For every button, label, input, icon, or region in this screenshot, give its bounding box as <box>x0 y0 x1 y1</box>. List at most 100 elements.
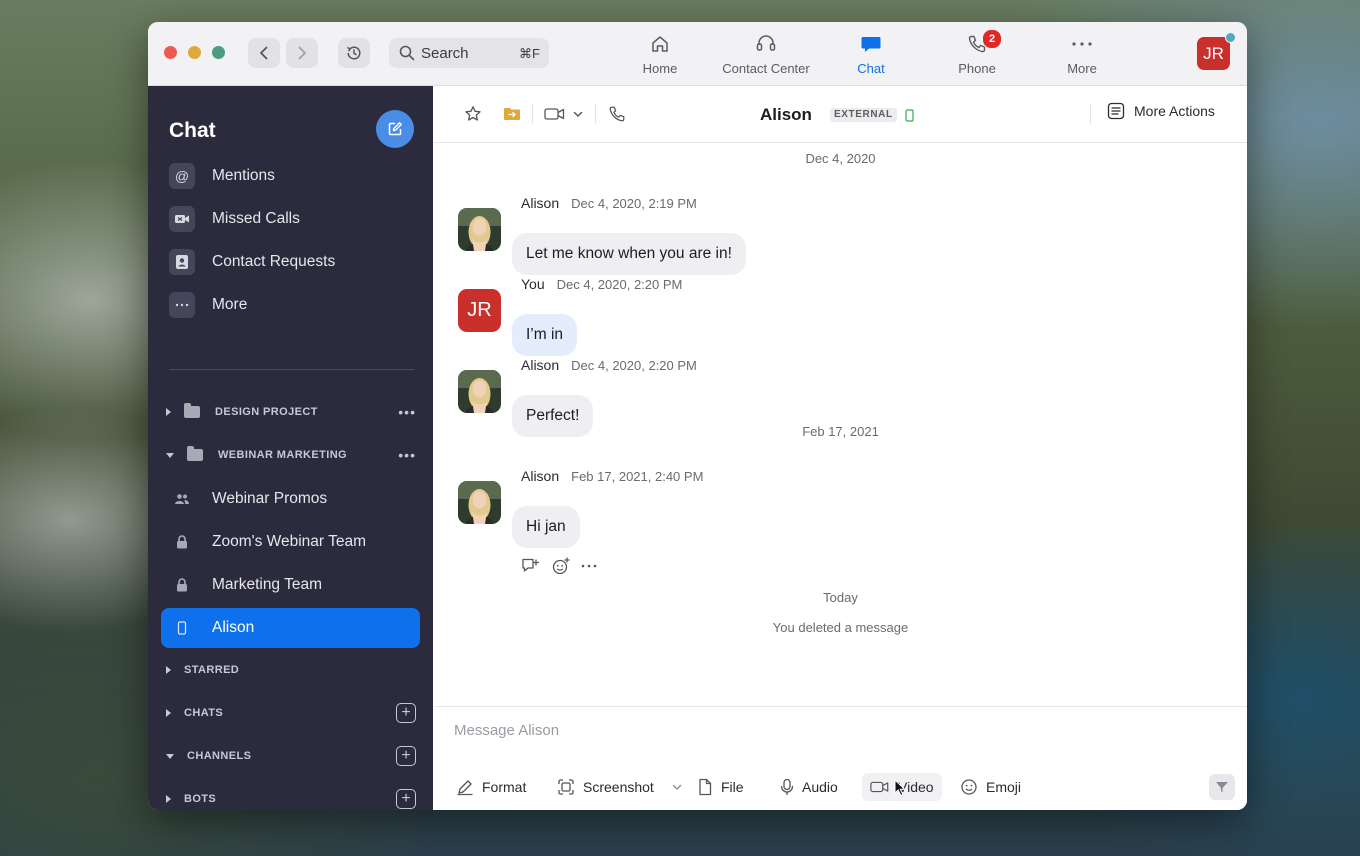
section-chats[interactable]: CHATS + <box>166 701 416 725</box>
phone-call-button[interactable] <box>608 102 626 126</box>
sidebar-item-zooms-webinar-team[interactable]: Zoom's Webinar Team <box>161 522 420 562</box>
compose-icon <box>388 122 402 136</box>
add-channel-button[interactable]: + <box>396 746 416 766</box>
tab-home[interactable]: Home <box>605 32 715 80</box>
section-channels[interactable]: CHANNELS + <box>166 744 416 768</box>
avatar[interactable] <box>458 481 501 524</box>
sidebar-item-contact-requests[interactable]: Contact Requests <box>161 242 420 282</box>
file-button[interactable]: File <box>689 773 752 801</box>
sidebar-item-marketing-team[interactable]: Marketing Team <box>161 565 420 605</box>
search-label: Search <box>421 45 469 62</box>
message-input[interactable] <box>452 717 1156 743</box>
sidebar-item-label: Contact Requests <box>212 253 336 270</box>
sidebar-item-alison[interactable]: Alison <box>161 608 420 648</box>
close-window-button[interactable] <box>164 46 177 59</box>
avatar[interactable] <box>458 370 501 413</box>
avatar[interactable] <box>458 208 501 251</box>
tab-label: Home <box>642 61 678 76</box>
audio-button[interactable]: Audio <box>772 773 846 801</box>
add-bot-button[interactable]: + <box>396 789 416 809</box>
chevron-right-icon <box>298 46 306 60</box>
mobile-device-icon <box>905 109 914 122</box>
new-chat-button[interactable] <box>376 110 414 148</box>
tab-more[interactable]: More <box>1027 32 1137 80</box>
sidebar-item-missed-calls[interactable]: Missed Calls <box>161 199 420 239</box>
tool-label: Audio <box>802 779 838 795</box>
tab-label: Chat <box>857 61 885 76</box>
section-bots[interactable]: BOTS + <box>166 787 416 810</box>
search-shortcut: ⌘F <box>519 46 540 61</box>
reply-thread-icon[interactable] <box>521 557 541 575</box>
tool-label: Format <box>482 779 527 795</box>
user-avatar[interactable]: JR <box>1197 37 1230 70</box>
sidebar-item-label: Alison <box>212 619 255 636</box>
message-composer: Format Screenshot File Audio Video Emoji <box>434 706 1247 810</box>
minimize-window-button[interactable] <box>188 46 201 59</box>
move-to-folder-button[interactable] <box>503 102 521 126</box>
screenshot-button[interactable]: Screenshot <box>549 773 690 801</box>
message-bubble[interactable]: Let me know when you are in! <box>512 233 746 275</box>
folder-options-button[interactable]: ••• <box>398 447 416 463</box>
alison-avatar-photo <box>458 370 501 413</box>
system-message: You deleted a message <box>772 620 909 635</box>
date-separator: Dec 4, 2020 <box>805 151 876 166</box>
format-button[interactable]: Format <box>448 773 534 801</box>
date-separator: Today <box>823 590 858 605</box>
at-icon: @ <box>169 163 195 189</box>
expand-arrow-icon <box>166 795 171 803</box>
forward-button[interactable] <box>286 38 318 68</box>
search-box[interactable]: Search ⌘F <box>389 38 549 68</box>
sidebar-item-mentions[interactable]: @ Mentions <box>161 156 420 196</box>
tool-label: File <box>721 779 744 795</box>
sidebar-item-label: Mentions <box>212 167 275 184</box>
fullscreen-window-button[interactable] <box>212 46 225 59</box>
send-button[interactable] <box>1209 774 1235 800</box>
section-starred[interactable]: STARRED <box>166 658 416 682</box>
more-dots-icon[interactable] <box>581 564 597 568</box>
message-bubble[interactable]: I’m in <box>512 314 578 356</box>
message-time: Feb 17, 2021, 2:40 PM <box>571 469 704 484</box>
message-time: Dec 4, 2020, 2:20 PM <box>571 358 697 373</box>
zoom-app-window: Search ⌘F Home Contact Center Chat Phone… <box>148 22 1247 810</box>
folder-design-project[interactable]: DESIGN PROJECT ••• <box>166 400 416 424</box>
emoji-button[interactable]: Emoji <box>952 773 1029 801</box>
avatar[interactable]: JR <box>458 289 501 332</box>
chevron-down-icon[interactable] <box>672 783 682 791</box>
tab-label: More <box>1067 61 1097 76</box>
tab-phone[interactable]: Phone 2 <box>922 29 1032 80</box>
sidebar-item-label: Webinar Promos <box>212 490 328 507</box>
add-reaction-icon[interactable] <box>551 557 571 575</box>
presence-status-dot <box>1225 32 1236 43</box>
more-actions-button[interactable]: More Actions <box>1107 102 1215 120</box>
people-icon <box>169 486 195 512</box>
tab-contact-center[interactable]: Contact Center <box>711 32 821 80</box>
folder-webinar-marketing[interactable]: WEBINAR MARKETING ••• <box>166 443 416 467</box>
back-button[interactable] <box>248 38 280 68</box>
message-bubble[interactable]: Hi jan <box>512 506 580 548</box>
contact-card-icon <box>169 249 195 275</box>
star-button[interactable] <box>464 102 482 126</box>
external-badge: EXTERNAL <box>830 108 897 122</box>
expand-arrow-icon <box>166 666 171 674</box>
more-dots-icon <box>169 292 195 318</box>
video-call-button[interactable] <box>544 102 583 126</box>
chevron-left-icon <box>260 46 268 60</box>
add-chat-button[interactable]: + <box>396 703 416 723</box>
folder-options-button[interactable]: ••• <box>398 404 416 420</box>
message-time: Dec 4, 2020, 2:20 PM <box>556 277 683 292</box>
tab-label: Phone <box>958 61 996 76</box>
sidebar-item-more[interactable]: More <box>161 285 420 325</box>
search-icon <box>399 45 415 61</box>
chevron-down-icon <box>573 111 583 117</box>
more-dots-icon <box>1072 42 1092 46</box>
send-icon <box>1216 782 1228 793</box>
title-bar: Search ⌘F Home Contact Center Chat Phone… <box>148 22 1247 86</box>
message-list[interactable]: Dec 4, 2020 Alison Dec 4, 2020, 2:19 PM L… <box>434 143 1247 706</box>
tab-chat[interactable]: Chat <box>816 32 926 80</box>
history-button[interactable] <box>338 38 370 68</box>
sidebar-item-webinar-promos[interactable]: Webinar Promos <box>161 479 420 519</box>
microphone-icon <box>780 778 794 796</box>
collapse-arrow-icon <box>166 452 174 458</box>
format-pen-icon <box>457 780 473 796</box>
section-label: BOTS <box>184 793 217 805</box>
